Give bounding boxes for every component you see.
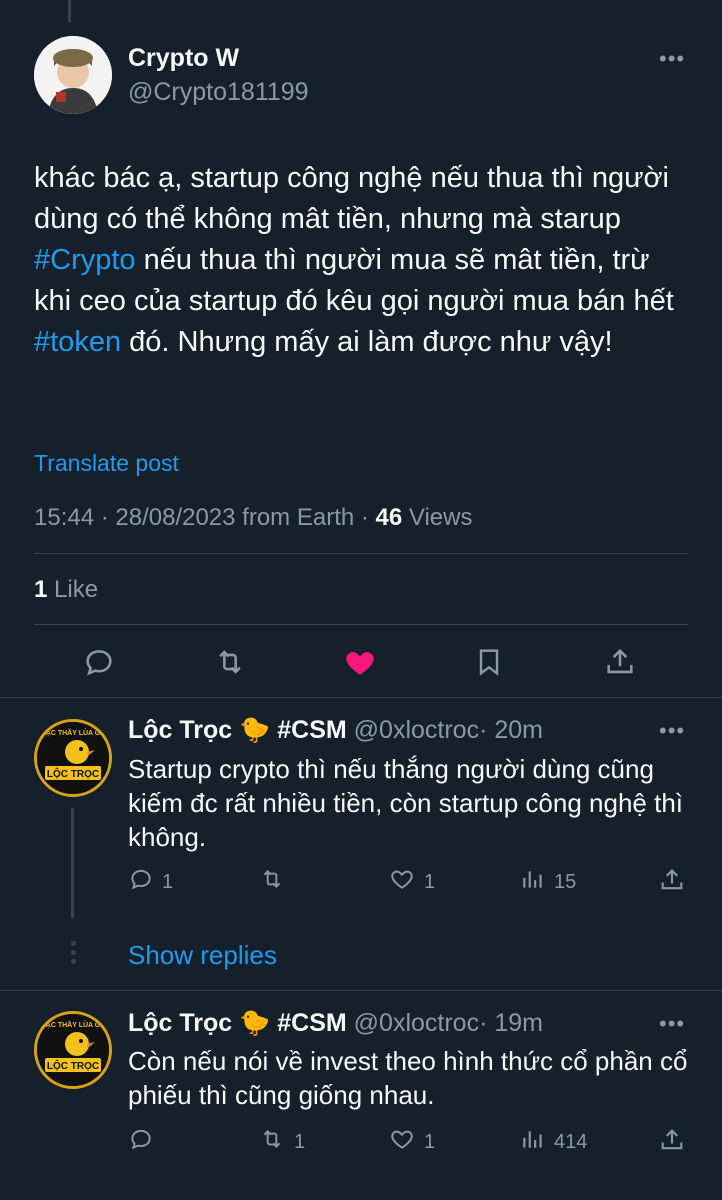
reply-icon[interactable] — [82, 645, 116, 679]
reply-button[interactable] — [128, 1126, 162, 1158]
reply-header: Lộc Trọc 🐤 #CSM @0xloctroc· 19m — [128, 1009, 543, 1038]
reply-author-name[interactable]: Lộc Trọc — [128, 716, 232, 744]
author-name[interactable]: Crypto W — [128, 44, 239, 73]
views-label: Views — [402, 504, 473, 531]
like-count: 1 — [424, 1130, 436, 1153]
view-count: 15 — [554, 870, 577, 893]
author-handle[interactable]: @Crypto181199 — [128, 78, 309, 107]
reply-author-handle[interactable]: @0xloctroc — [354, 716, 479, 744]
likes-label: Like — [47, 576, 99, 603]
retweet-icon — [258, 866, 286, 898]
like-icon-filled[interactable] — [342, 645, 378, 679]
hashtag-token[interactable]: #token — [34, 326, 121, 358]
reply-header: Lộc Trọc 🐤 #CSM @0xloctroc· 20m — [128, 716, 543, 745]
thread-dot — [71, 959, 76, 964]
tweet-text-part: khác bác ạ, startup công nghệ nếu thua t… — [34, 162, 669, 235]
tweet-metadata: 15:44 · 28/08/2023 from Earth · 46 Views — [34, 504, 473, 532]
share-icon[interactable] — [658, 866, 686, 894]
likes-count: 1 — [34, 576, 48, 603]
reply-avatar[interactable]: BẬC THẦY LÙA GÀ LỘC TRỌC — [34, 1011, 112, 1089]
reply-button[interactable]: 1 — [128, 866, 173, 898]
thread-line — [71, 808, 74, 918]
reply-text: Còn nếu nói về invest theo hình thức cổ … — [128, 1046, 688, 1110]
likes-summary[interactable]: 1 Like — [34, 576, 98, 604]
retweet-icon — [258, 1126, 286, 1158]
more-options-icon[interactable]: ••• — [659, 46, 685, 72]
avatar-main-text: LỘC TRỌC — [47, 767, 99, 780]
duck-emoji-icon: 🐤 — [239, 716, 271, 744]
divider — [0, 697, 722, 698]
divider — [0, 990, 722, 991]
like-button[interactable]: 1 — [388, 866, 435, 898]
duck-emoji-icon: 🐤 — [239, 1009, 271, 1037]
views-button[interactable]: 414 — [520, 1126, 587, 1158]
reply-count: 1 — [162, 870, 174, 893]
divider — [34, 624, 688, 625]
tweet-timestamp[interactable]: 15:44 · 28/08/2023 from Earth · — [34, 504, 376, 531]
analytics-icon — [520, 866, 546, 898]
retweet-count: 1 — [294, 1130, 306, 1153]
like-count: 1 — [424, 870, 436, 893]
thread-dot — [71, 941, 76, 946]
retweet-button[interactable]: 1 — [258, 1126, 305, 1158]
reply-author-handle[interactable]: @0xloctroc — [354, 1009, 479, 1037]
more-options-icon[interactable]: ••• — [659, 718, 685, 744]
reply-author-tag[interactable]: #CSM — [277, 1009, 346, 1037]
reply-time[interactable]: · 20m — [479, 716, 543, 744]
retweet-icon[interactable] — [212, 645, 248, 679]
translate-post-link[interactable]: Translate post — [34, 450, 179, 477]
like-icon — [388, 866, 416, 898]
thread-dot — [71, 950, 76, 955]
like-icon — [388, 1126, 416, 1158]
share-icon[interactable] — [658, 1126, 686, 1154]
like-button[interactable]: 1 — [388, 1126, 435, 1158]
author-avatar[interactable] — [34, 36, 112, 114]
show-replies-link[interactable]: Show replies — [128, 940, 277, 971]
avatar-main-text: LỘC TRỌC — [47, 1059, 99, 1072]
view-count: 414 — [554, 1130, 588, 1153]
tweet-text-part: đó. Nhưng mấy ai làm được như vậy! — [121, 326, 613, 358]
retweet-button[interactable] — [258, 866, 294, 898]
reply-text: Startup crypto thì nếu thắng người dùng … — [128, 754, 684, 852]
reply-icon — [128, 866, 154, 898]
views-count: 46 — [375, 504, 403, 531]
share-icon[interactable] — [603, 645, 637, 679]
reply-avatar[interactable]: BẬC THẦY LÙA GÀ LỘC TRỌC — [34, 719, 112, 797]
hashtag-crypto[interactable]: #Crypto — [34, 244, 136, 276]
analytics-icon — [520, 1126, 546, 1158]
divider — [34, 553, 688, 554]
tweet-text: khác bác ạ, startup công nghệ nếu thua t… — [34, 158, 684, 363]
bookmark-icon[interactable] — [473, 645, 505, 679]
reply-time[interactable]: · 19m — [479, 1009, 543, 1037]
reply-icon — [128, 1126, 154, 1158]
views-button[interactable]: 15 — [520, 866, 576, 898]
reply-author-name[interactable]: Lộc Trọc — [128, 1009, 232, 1037]
thread-connector-top — [68, 0, 71, 22]
reply-author-tag[interactable]: #CSM — [277, 716, 346, 744]
more-options-icon[interactable]: ••• — [659, 1011, 685, 1037]
